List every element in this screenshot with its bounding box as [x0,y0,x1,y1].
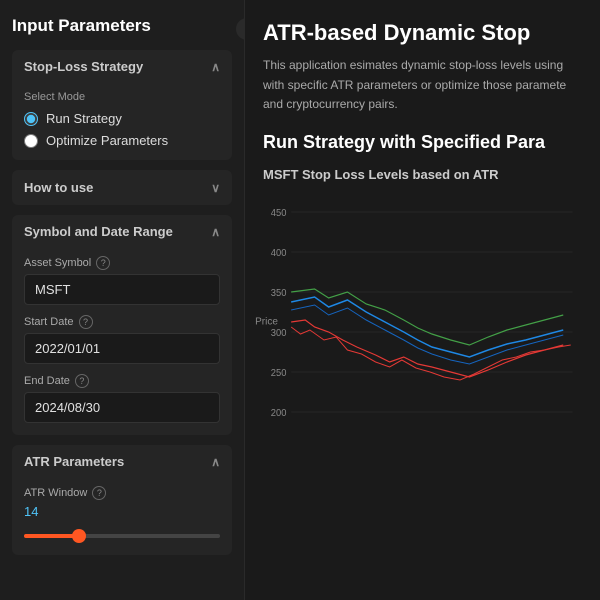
stop-loss-header[interactable]: Stop-Loss Strategy ∧ [12,50,232,83]
svg-text:350: 350 [271,288,287,299]
symbol-date-section: Symbol and Date Range ∧ Asset Symbol ? S… [12,215,232,435]
asset-symbol-label: Asset Symbol ? [24,256,220,270]
radio-optimize-input[interactable] [24,134,38,148]
how-to-use-section: How to use ∨ [12,170,232,205]
atr-params-chevron: ∧ [211,455,220,469]
sidebar-toggle[interactable]: ‹ [236,18,245,40]
chart-container: Price 450 400 350 300 250 200 [263,192,582,452]
symbol-date-body: Asset Symbol ? Start Date ? End Date ? [12,248,232,435]
y-axis-label: Price [255,316,278,327]
radio-optimize[interactable]: Optimize Parameters [24,133,220,148]
start-date-info-icon[interactable]: ? [79,315,93,329]
radio-run-strategy[interactable]: Run Strategy [24,111,220,126]
atr-window-slider[interactable] [24,534,220,538]
start-date-label: Start Date ? [24,315,220,329]
end-date-info-icon[interactable]: ? [75,374,89,388]
start-date-input[interactable] [24,333,220,364]
atr-window-info-icon[interactable]: ? [92,486,106,500]
atr-slider-container [24,525,220,543]
asset-symbol-info-icon[interactable]: ? [96,256,110,270]
svg-text:250: 250 [271,368,287,379]
select-mode-label: Select Mode [24,91,220,103]
main-panel: ATR-based Dynamic Stop This application … [245,0,600,600]
price-chart: 450 400 350 300 250 200 [263,192,582,452]
stop-loss-section: Stop-Loss Strategy ∧ Select Mode Run Str… [12,50,232,160]
symbol-date-chevron: ∧ [211,225,220,239]
how-to-use-chevron: ∨ [211,181,220,195]
svg-text:200: 200 [271,408,287,419]
asset-symbol-input[interactable] [24,274,220,305]
stop-loss-chevron: ∧ [211,60,220,74]
sidebar-title: Input Parameters [12,16,232,36]
end-date-input[interactable] [24,392,220,423]
main-description: This application esimates dynamic stop-l… [263,56,582,114]
main-title: ATR-based Dynamic Stop [263,20,582,46]
stop-loss-body: Select Mode Run Strategy Optimize Parame… [12,83,232,160]
atr-params-section: ATR Parameters ∧ ATR Window ? 14 [12,445,232,555]
atr-window-label: ATR Window ? [24,486,220,500]
sidebar: ‹ Input Parameters Stop-Loss Strategy ∧ … [0,0,245,600]
atr-params-header[interactable]: ATR Parameters ∧ [12,445,232,478]
chart-title: MSFT Stop Loss Levels based on ATR [263,167,582,182]
radio-group: Run Strategy Optimize Parameters [24,111,220,148]
svg-text:400: 400 [271,248,287,259]
atr-params-body: ATR Window ? 14 [12,478,232,555]
svg-text:450: 450 [271,208,287,219]
radio-run-input[interactable] [24,112,38,126]
run-section-title: Run Strategy with Specified Para [263,132,582,153]
end-date-label: End Date ? [24,374,220,388]
atr-window-value: 14 [24,504,220,519]
how-to-use-header[interactable]: How to use ∨ [12,170,232,205]
symbol-date-header[interactable]: Symbol and Date Range ∧ [12,215,232,248]
svg-text:300: 300 [271,328,287,339]
